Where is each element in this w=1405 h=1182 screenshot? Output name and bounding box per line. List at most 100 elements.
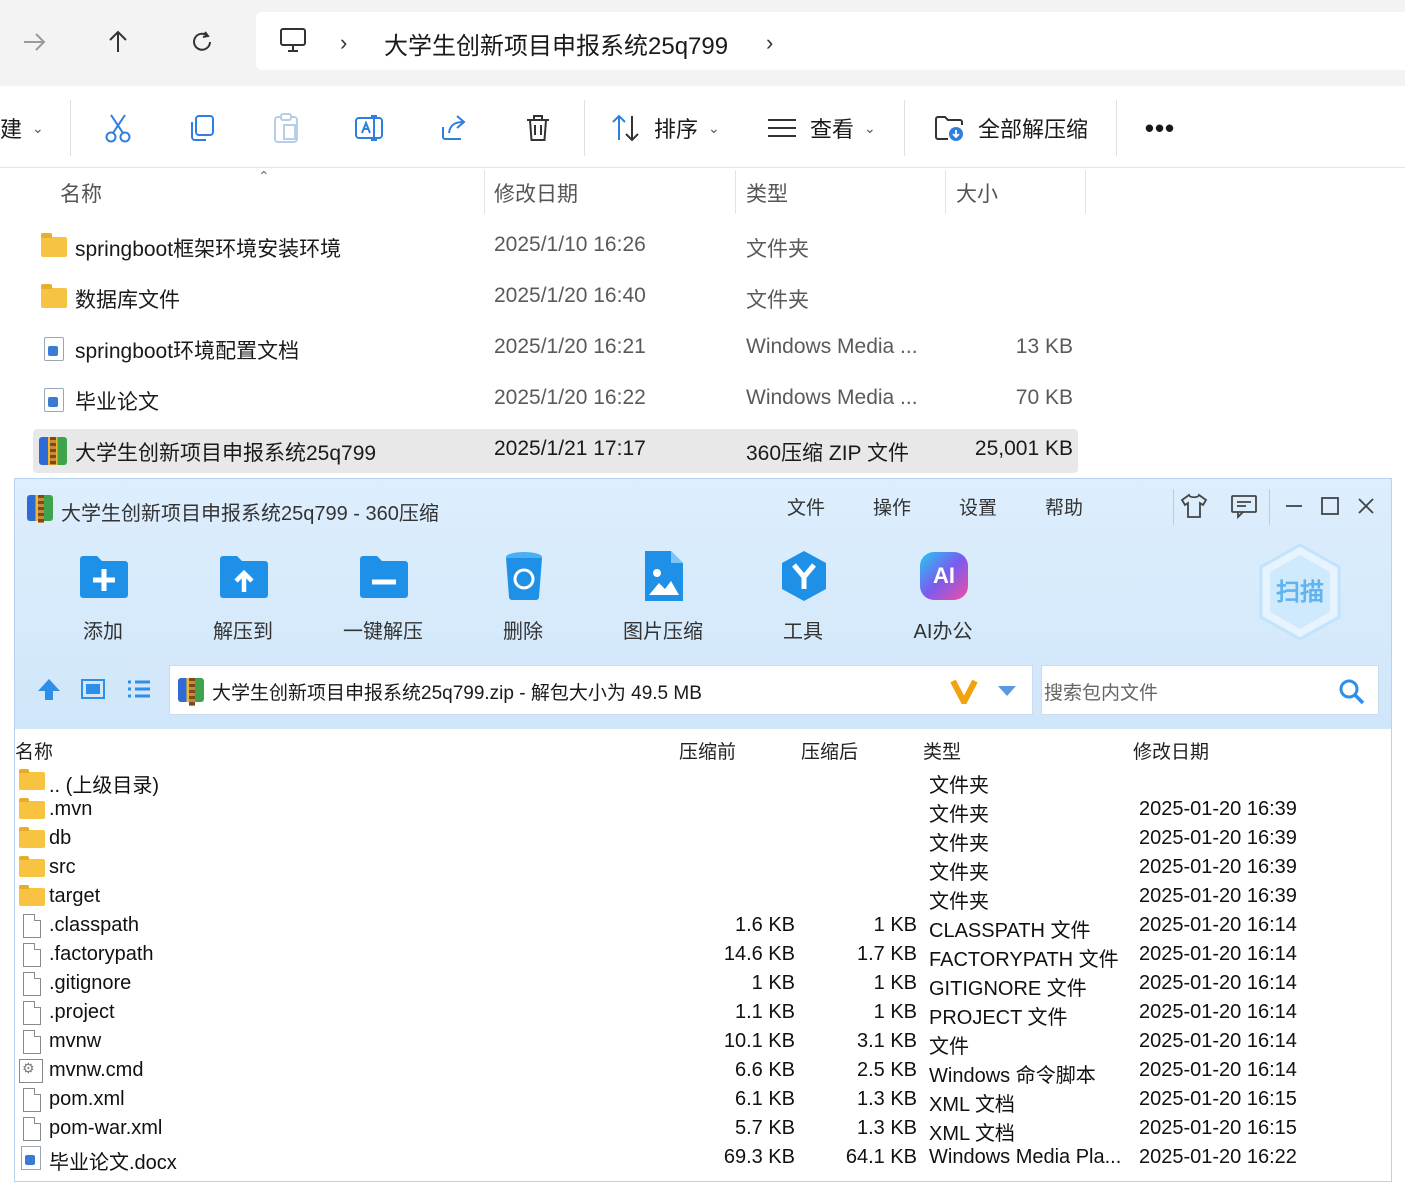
explorer-toolbar: 建 ⌄ 排序 ⌄ 查看 ⌄ 全部解压缩 ••• bbox=[0, 86, 1405, 168]
entry-type: GITIGNORE 文件 bbox=[929, 978, 1087, 1000]
one-click-extract-button[interactable]: 一键解压 bbox=[333, 549, 433, 649]
entry-type: 文件夹 bbox=[929, 804, 989, 826]
column-header-size[interactable]: 大小 bbox=[956, 178, 998, 218]
column-header-name[interactable]: 名称 bbox=[60, 178, 102, 218]
file-size: 13 KB bbox=[1015, 335, 1073, 358]
entry-type: FACTORYPATH 文件 bbox=[929, 949, 1119, 971]
archive-row[interactable]: mvnw.cmd 6.6 KB 2.5 KB Windows 命令脚本 2025… bbox=[15, 1056, 1391, 1087]
chevron-right-icon[interactable]: › bbox=[766, 30, 773, 56]
copy-button[interactable] bbox=[184, 108, 220, 148]
file-row[interactable]: springboot框架环境安装环境 2025/1/10 16:26 文件夹 bbox=[33, 225, 1078, 269]
archive-row[interactable]: .project 1.1 KB 1 KB PROJECT 文件 2025-01-… bbox=[15, 998, 1391, 1029]
column-divider[interactable] bbox=[735, 170, 736, 214]
address-path[interactable]: 大学生创新项目申报系统25q799 bbox=[384, 26, 728, 61]
delete-button[interactable] bbox=[520, 108, 556, 148]
new-button[interactable]: 建 ⌄ bbox=[0, 108, 44, 148]
archive-row[interactable]: .factorypath 14.6 KB 1.7 KB FACTORYPATH … bbox=[15, 940, 1391, 971]
archive-row[interactable]: .classpath 1.6 KB 1 KB CLASSPATH 文件 2025… bbox=[15, 911, 1391, 942]
feedback-button[interactable] bbox=[1227, 489, 1261, 523]
column-header-after[interactable]: 压缩后 bbox=[801, 737, 858, 764]
entry-type: Windows 命令脚本 bbox=[929, 1065, 1096, 1087]
rename-button[interactable] bbox=[352, 108, 388, 148]
archive-row[interactable]: .mvn 文件夹 2025-01-20 16:39 bbox=[15, 795, 1391, 826]
forward-button[interactable] bbox=[12, 20, 56, 64]
archive-row[interactable]: db 文件夹 2025-01-20 16:39 bbox=[15, 824, 1391, 855]
up-button[interactable] bbox=[96, 20, 140, 64]
extract-all-button[interactable]: 全部解压缩 bbox=[934, 108, 1088, 148]
column-header-name[interactable]: 名称 bbox=[15, 737, 53, 764]
archive-row[interactable]: .. (上级目录) 文件夹 bbox=[15, 766, 1391, 797]
search-icon[interactable] bbox=[1338, 678, 1366, 706]
menu-settings[interactable]: 设置 bbox=[959, 493, 997, 520]
scan-button[interactable]: 扫描 bbox=[1257, 543, 1343, 641]
archive-search-input[interactable]: 搜索包内文件 bbox=[1041, 665, 1379, 715]
archive-row[interactable]: pom.xml 6.1 KB 1.3 KB XML 文档 2025-01-20 … bbox=[15, 1085, 1391, 1116]
archive-row[interactable]: pom-war.xml 5.7 KB 1.3 KB XML 文档 2025-01… bbox=[15, 1114, 1391, 1145]
file-icon bbox=[23, 972, 41, 996]
thumbnail-view-button[interactable] bbox=[77, 673, 109, 705]
file-row[interactable]: 毕业论文 2025/1/20 16:22 Windows Media ... 7… bbox=[33, 378, 1078, 422]
toolbar-divider bbox=[70, 100, 71, 156]
image-compress-button[interactable]: 图片压缩 bbox=[613, 549, 713, 649]
cut-button[interactable] bbox=[100, 108, 136, 148]
menu-file[interactable]: 文件 bbox=[787, 493, 825, 520]
file-modified: 2025/1/10 16:26 bbox=[494, 233, 646, 256]
address-bar[interactable]: › 大学生创新项目申报系统25q799 › bbox=[256, 12, 1405, 70]
maximize-button[interactable] bbox=[1313, 489, 1347, 523]
column-header-modified[interactable]: 修改日期 bbox=[494, 178, 578, 218]
new-label: 建 bbox=[0, 117, 23, 142]
archive-path-bar[interactable]: 大学生创新项目申报系统25q799.zip - 解包大小为 49.5 MB bbox=[169, 665, 1033, 715]
column-header-modified[interactable]: 修改日期 bbox=[1133, 737, 1209, 764]
column-divider[interactable] bbox=[1085, 170, 1086, 214]
archive-row[interactable]: mvnw 10.1 KB 3.1 KB 文件 2025-01-20 16:14 bbox=[15, 1027, 1391, 1058]
minimize-icon bbox=[1286, 505, 1302, 507]
column-header-type[interactable]: 类型 bbox=[746, 178, 788, 218]
entry-after: 3.1 KB bbox=[856, 1030, 917, 1052]
delete-archive-button[interactable]: 删除 bbox=[473, 549, 573, 649]
paste-button[interactable] bbox=[268, 108, 304, 148]
file-row-selected[interactable]: 大学生创新项目申报系统25q799 2025/1/21 17:17 360压缩 … bbox=[33, 429, 1078, 473]
up-level-button[interactable] bbox=[33, 673, 65, 705]
entry-type: PROJECT 文件 bbox=[929, 1007, 1068, 1029]
column-header-type[interactable]: 类型 bbox=[923, 737, 961, 764]
extract-to-button[interactable]: 解压到 bbox=[193, 549, 293, 649]
skin-button[interactable] bbox=[1177, 489, 1211, 523]
archive-row[interactable]: src 文件夹 2025-01-20 16:39 bbox=[15, 853, 1391, 884]
entry-modified: 2025-01-20 16:22 bbox=[1139, 1146, 1297, 1168]
column-header-before[interactable]: 压缩前 bbox=[679, 737, 736, 764]
add-button[interactable]: 添加 bbox=[53, 549, 153, 649]
ai-office-button[interactable]: AI AI办公 bbox=[893, 549, 993, 649]
zip-path-row: 大学生创新项目申报系统25q799.zip - 解包大小为 49.5 MB 搜索… bbox=[15, 663, 1391, 719]
view-button[interactable]: 查看 ⌄ bbox=[766, 108, 876, 148]
v-logo-icon[interactable] bbox=[950, 678, 978, 704]
file-row[interactable]: springboot环境配置文档 2025/1/20 16:21 Windows… bbox=[33, 327, 1078, 371]
archive-row[interactable]: target 文件夹 2025-01-20 16:39 bbox=[15, 882, 1391, 913]
computer-icon bbox=[280, 28, 306, 52]
column-divider[interactable] bbox=[945, 170, 946, 214]
desktop-screen: › 大学生创新项目申报系统25q799 › 建 ⌄ 排序 ⌄ 查看 ⌄ 全部解压… bbox=[0, 0, 1405, 1182]
chevron-right-icon[interactable]: › bbox=[340, 30, 347, 56]
entry-name: .gitignore bbox=[49, 972, 132, 994]
file-row[interactable]: 数据库文件 2025/1/20 16:40 文件夹 bbox=[33, 276, 1078, 320]
menu-help[interactable]: 帮助 bbox=[1045, 493, 1083, 520]
minimize-button[interactable] bbox=[1277, 489, 1311, 523]
entry-type: Windows Media Pla... bbox=[929, 1146, 1122, 1168]
share-button[interactable] bbox=[436, 108, 472, 148]
entry-name: db bbox=[49, 827, 72, 849]
file-type: 文件夹 bbox=[746, 238, 809, 261]
sort-button[interactable]: 排序 ⌄ bbox=[610, 108, 720, 148]
cmd-script-icon bbox=[19, 1059, 43, 1083]
tools-button[interactable]: 工具 bbox=[753, 549, 853, 649]
refresh-button[interactable] bbox=[180, 20, 224, 64]
more-options-button[interactable]: ••• bbox=[1140, 108, 1180, 148]
archive-row[interactable]: 毕业论文.docx 69.3 KB 64.1 KB Windows Media … bbox=[15, 1143, 1391, 1174]
rename-icon bbox=[355, 115, 383, 141]
archive-row[interactable]: .gitignore 1 KB 1 KB GITIGNORE 文件 2025-0… bbox=[15, 969, 1391, 1000]
arrow-up-icon bbox=[38, 679, 60, 700]
dropdown-arrow-icon[interactable] bbox=[996, 684, 1018, 698]
detail-view-button[interactable] bbox=[123, 673, 155, 705]
menu-operation[interactable]: 操作 bbox=[873, 493, 911, 520]
column-divider[interactable] bbox=[484, 170, 485, 214]
entry-modified: 2025-01-20 16:15 bbox=[1139, 1088, 1297, 1110]
close-button[interactable] bbox=[1349, 489, 1383, 523]
